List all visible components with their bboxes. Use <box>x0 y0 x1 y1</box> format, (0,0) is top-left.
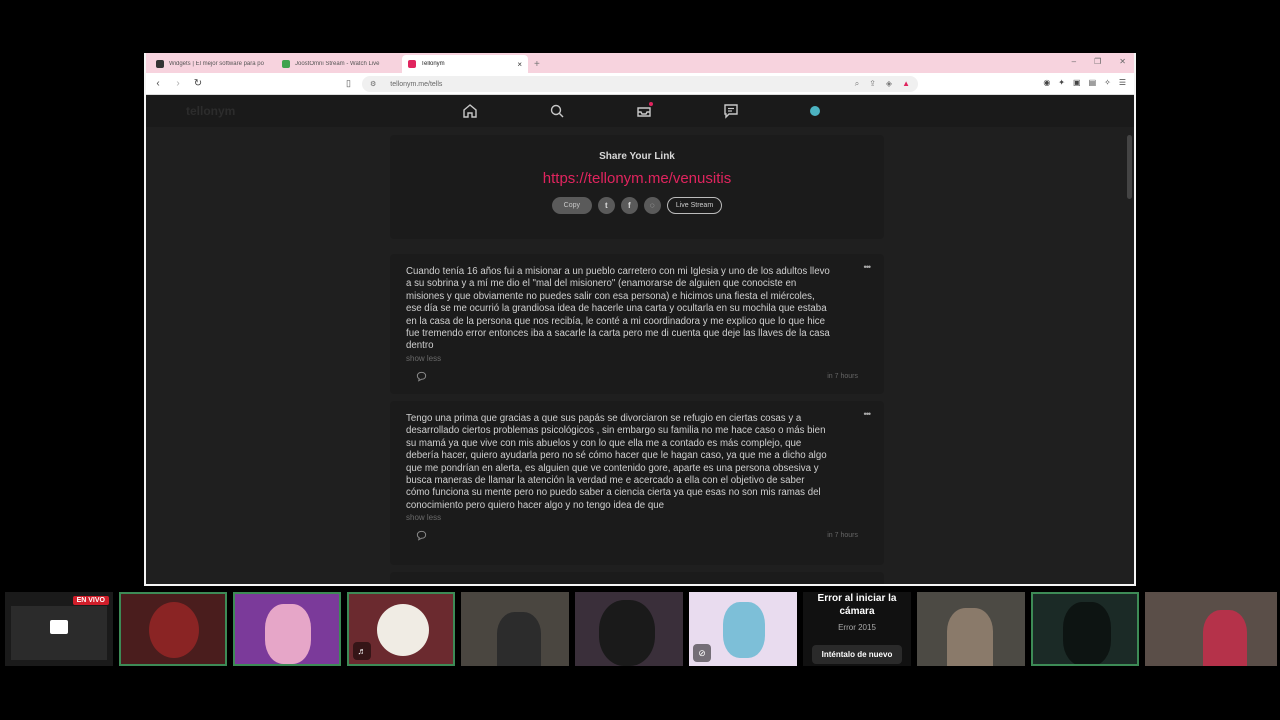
tab-title: JoostOmni Stream - Watch Live <box>295 61 380 67</box>
brave-shield-icon[interactable]: ◈ <box>886 79 892 89</box>
copy-button[interactable]: Copy <box>551 197 592 214</box>
tellonym-page: tellonym Share Your Link https://tellony… <box>146 95 1134 584</box>
share-icon[interactable]: ⇪ <box>869 79 876 89</box>
tell-card: ••• Cuando tenía 16 años fui a misionar … <box>390 254 884 394</box>
guest-tile[interactable] <box>233 592 341 666</box>
guest-avatar <box>377 604 429 656</box>
tab-title: Tellonym <box>421 61 445 67</box>
bookmark-icon[interactable]: ▯ <box>346 78 351 89</box>
live-badge: EN VIVO <box>72 596 109 605</box>
share-actions: Copy t f ◌ Live Stream <box>390 197 884 214</box>
whatsapp-icon[interactable]: ◌ <box>643 197 661 214</box>
guest-avatar <box>723 602 765 658</box>
share-link-card: Share Your Link https://tellonym.me/venu… <box>390 135 884 239</box>
address-bar[interactable]: ⚙ tellonym.me/tells ⌕ ⇪ ◈ ▲ <box>362 76 918 92</box>
profile-avatar[interactable] <box>810 106 820 116</box>
new-tab-button[interactable]: + <box>528 59 546 73</box>
guest-video <box>497 612 541 666</box>
close-tab-icon[interactable]: × <box>517 60 522 69</box>
comment-icon[interactable] <box>416 530 427 541</box>
guest-tile[interactable] <box>119 592 227 666</box>
live-stream-button[interactable]: Live Stream <box>666 197 723 214</box>
guest-strip: EN VIVO ♬ ⊘ Error al iniciar la cámara E… <box>5 592 1277 666</box>
show-less-link[interactable]: show less <box>406 513 868 522</box>
guest-video <box>265 604 311 664</box>
extension-icons: ◉ ✦ ▣ ▤ ✧ ☰ <box>1043 78 1126 87</box>
screen-share-tile[interactable]: EN VIVO <box>5 592 113 666</box>
wallet-icon[interactable]: ▣ <box>1073 78 1081 87</box>
address-bar-icons: ⌕ ⇪ ◈ ▲ <box>855 79 910 89</box>
monitor-icon <box>50 620 68 634</box>
facebook-icon[interactable]: f <box>620 197 638 214</box>
tell-card: ••• Tengo una prima que gracias a que su… <box>390 401 884 565</box>
close-window-icon[interactable]: ✕ <box>1119 57 1126 66</box>
home-icon[interactable] <box>462 103 478 119</box>
retry-button[interactable]: Inténtalo de nuevo <box>812 645 902 664</box>
tab-widgets[interactable]: Widgets | El mejor software para po <box>150 55 276 73</box>
puzzle-icon[interactable]: ✦ <box>1058 78 1065 87</box>
share-title: Share Your Link <box>599 151 675 162</box>
show-less-link[interactable]: show less <box>406 354 868 363</box>
leo-icon[interactable]: ✧ <box>1104 78 1111 87</box>
rewards-icon[interactable]: ▲ <box>902 79 910 89</box>
share-link[interactable]: https://tellonym.me/venusitis <box>390 170 884 187</box>
guest-tile[interactable] <box>575 592 683 666</box>
stream-canvas: Widgets | El mejor software para po Joos… <box>0 0 1280 720</box>
tell-text: Cuando tenía 16 años fui a misionar a un… <box>406 266 830 352</box>
tell-footer: in 7 hours <box>406 371 868 382</box>
guest-avatar <box>149 602 199 658</box>
site-info-icon[interactable]: ⚙ <box>370 80 376 88</box>
guest-tile[interactable] <box>461 592 569 666</box>
sidebar-icon[interactable]: ▤ <box>1089 78 1097 87</box>
guest-video <box>1063 602 1111 664</box>
restore-icon[interactable]: ❐ <box>1094 57 1101 66</box>
camera-off-icon: ⊘ <box>693 644 711 662</box>
inbox-badge <box>649 102 653 106</box>
guest-tile[interactable]: ⊘ <box>689 592 797 666</box>
app-nav: tellonym <box>146 95 1134 127</box>
menu-icon[interactable]: ☰ <box>1119 78 1126 87</box>
minimize-icon[interactable]: – <box>1072 57 1076 66</box>
tell-card <box>390 572 884 584</box>
browser-window: Widgets | El mejor software para po Joos… <box>144 53 1136 586</box>
tellonym-logo[interactable]: tellonym <box>186 104 235 118</box>
extension-icon[interactable]: ◉ <box>1043 78 1050 87</box>
kick-favicon-icon <box>282 60 290 68</box>
guest-video <box>599 600 655 666</box>
page-scrollbar[interactable] <box>1127 135 1132 199</box>
back-icon[interactable]: ‹ <box>152 78 164 89</box>
guest-video <box>947 608 993 666</box>
error-title: Error al iniciar la cámara <box>817 593 897 617</box>
tab-joostomni[interactable]: JoostOmni Stream - Watch Live <box>276 55 402 73</box>
url-text: tellonym.me/tells <box>390 80 443 88</box>
more-options-icon[interactable]: ••• <box>864 262 872 272</box>
window-controls: – ❐ ✕ <box>1072 57 1126 66</box>
reload-icon[interactable]: ↻ <box>192 78 204 89</box>
comment-icon[interactable] <box>416 371 427 382</box>
twitter-icon[interactable]: t <box>597 197 615 214</box>
tell-footer: in 7 hours <box>406 530 868 541</box>
feed-icon[interactable] <box>723 103 739 119</box>
tab-tellonym[interactable]: Tellonym × <box>402 55 528 73</box>
guest-tile[interactable]: ♬ <box>347 592 455 666</box>
forward-icon[interactable]: › <box>172 78 184 89</box>
error-code: Error 2015 <box>838 623 876 632</box>
tell-time: in 7 hours <box>827 372 858 380</box>
guest-tile[interactable] <box>1145 592 1277 666</box>
guest-tile[interactable] <box>917 592 1025 666</box>
guest-tile[interactable] <box>1031 592 1139 666</box>
search-icon[interactable] <box>549 103 565 119</box>
camera-error-tile: Error al iniciar la cámara Error 2015 In… <box>803 592 911 666</box>
tell-time: in 7 hours <box>827 532 858 540</box>
tellonym-favicon-icon <box>408 60 416 68</box>
tell-text: Tengo una prima que gracias a que sus pa… <box>406 413 827 511</box>
mic-muted-icon: ♬ <box>353 642 371 660</box>
zoom-icon[interactable]: ⌕ <box>855 79 859 89</box>
tab-bar: Widgets | El mejor software para po Joos… <box>146 53 1134 73</box>
widgets-favicon-icon <box>156 60 164 68</box>
more-options-icon[interactable]: ••• <box>864 409 872 419</box>
guest-video <box>1203 610 1247 666</box>
tab-title: Widgets | El mejor software para po <box>169 61 264 67</box>
